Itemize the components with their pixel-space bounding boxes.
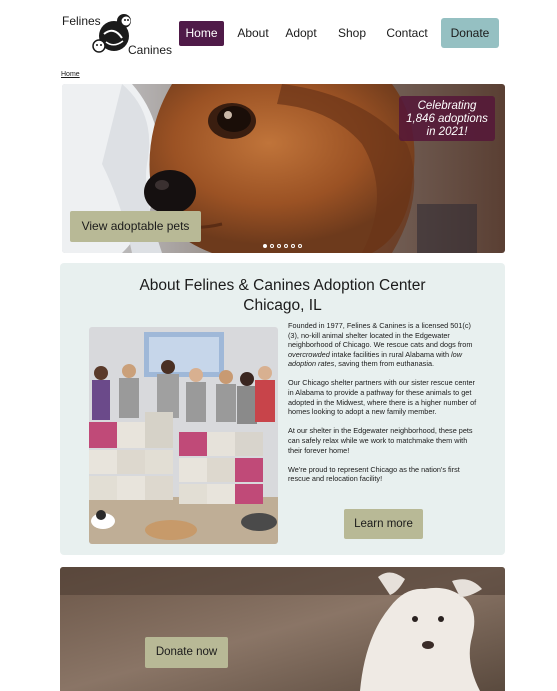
carousel-dot-1[interactable] xyxy=(263,244,267,248)
breadcrumb-home[interactable]: Home xyxy=(61,71,80,78)
about-paragraph-1: Founded in 1977, Felines & Canines is a … xyxy=(288,321,473,369)
carousel-dots xyxy=(263,244,302,248)
donate-button[interactable]: Donate xyxy=(441,18,499,48)
logo-text-canines: Canines xyxy=(128,43,173,57)
hero-carousel: Celebrating 1,846 adoptions in 2021! Vie… xyxy=(62,84,505,253)
staff-group-photo xyxy=(89,327,278,544)
nav-about[interactable]: About xyxy=(232,21,274,46)
donate-section: Donate now xyxy=(60,567,505,691)
nav-shop[interactable]: Shop xyxy=(333,21,371,46)
about-title-line-2: Chicago, IL xyxy=(243,297,322,314)
donate-now-button[interactable]: Donate now xyxy=(145,637,228,668)
about-paragraph-2: Our Chicago shelter partners with our si… xyxy=(288,378,477,417)
about-section: About Felines & Canines Adoption Center … xyxy=(60,263,505,555)
carousel-dot-6[interactable] xyxy=(298,244,302,248)
carousel-dot-5[interactable] xyxy=(291,244,295,248)
badge-line-1: Celebrating xyxy=(417,100,477,112)
site-logo[interactable]: Felines Canines xyxy=(62,10,177,60)
about-description: Founded in 1977, Felines & Canines is a … xyxy=(288,321,478,493)
about-title: About Felines & Canines Adoption Center … xyxy=(60,276,505,316)
view-adoptable-pets-button[interactable]: View adoptable pets xyxy=(70,211,201,242)
nav-adopt[interactable]: Adopt xyxy=(281,21,321,46)
about-title-line-1: About Felines & Canines Adoption Center xyxy=(139,277,426,294)
about-paragraph-4: We're proud to represent Chicago as the … xyxy=(288,464,460,484)
adoptions-badge: Celebrating 1,846 adoptions in 2021! xyxy=(399,96,495,141)
carousel-dot-2[interactable] xyxy=(270,244,274,248)
nav-contact[interactable]: Contact xyxy=(381,21,433,46)
carousel-dot-3[interactable] xyxy=(277,244,281,248)
nav-home[interactable]: Home xyxy=(179,21,224,46)
badge-line-2: 1,846 adoptions xyxy=(406,113,488,125)
about-paragraph-3: At our shelter in the Edgewater neighbor… xyxy=(288,426,473,455)
learn-more-button[interactable]: Learn more xyxy=(344,509,423,539)
carousel-dot-4[interactable] xyxy=(284,244,288,248)
badge-line-3: in 2021! xyxy=(426,126,468,138)
puppy-photo xyxy=(60,567,505,691)
